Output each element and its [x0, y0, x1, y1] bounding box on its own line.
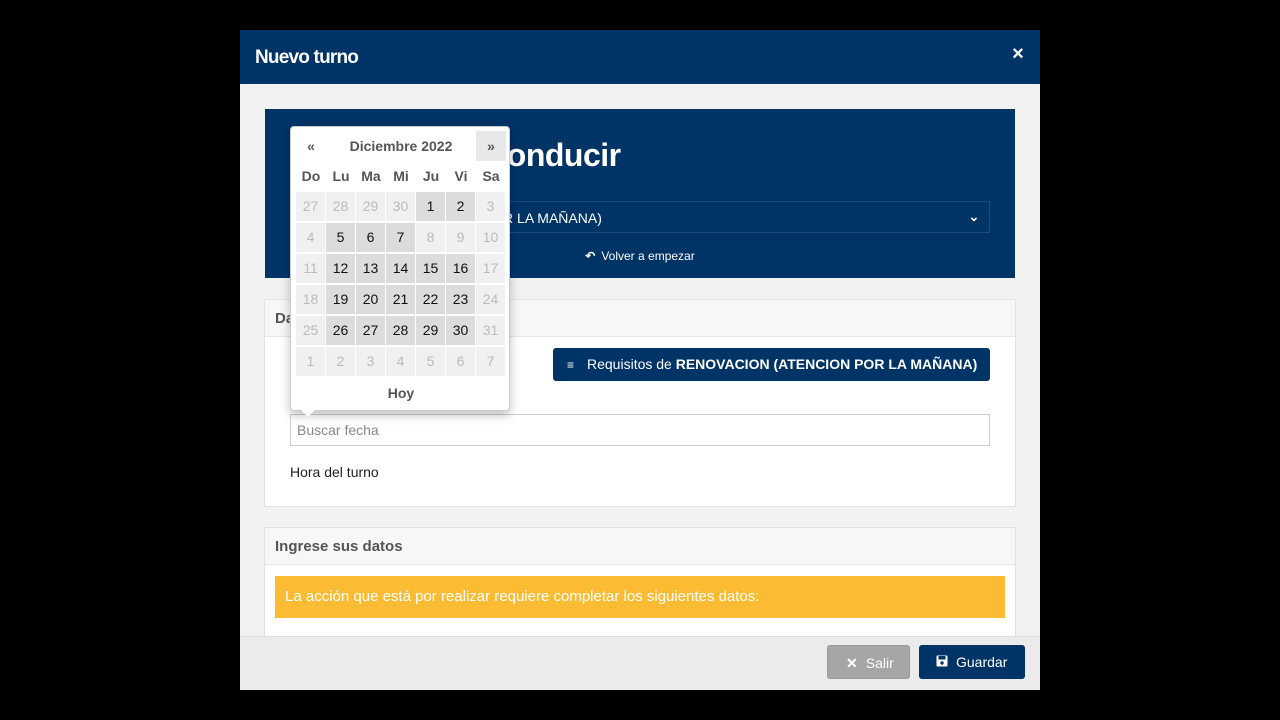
- prev-month-button[interactable]: «: [296, 131, 326, 161]
- undo-icon: ↶: [585, 249, 596, 263]
- modal-header: Nuevo turno ×: [240, 30, 1040, 84]
- calendar-day-available[interactable]: 14: [386, 254, 415, 283]
- calendar-day-available[interactable]: 27: [356, 316, 385, 345]
- calendar-day-disabled: 24: [476, 285, 505, 314]
- today-button[interactable]: Hoy: [296, 379, 506, 407]
- calendar-day-disabled: 6: [446, 347, 475, 376]
- calendar-day-disabled: 4: [296, 223, 325, 252]
- floppy-disk-icon: [936, 645, 948, 679]
- calendar-day-disabled: 3: [356, 347, 385, 376]
- checklist-icon: ≡: [567, 358, 575, 372]
- calendar-day-disabled: 27: [296, 192, 325, 221]
- calendar-day-available[interactable]: 28: [386, 316, 415, 345]
- calendar-day-available[interactable]: 15: [416, 254, 445, 283]
- calendar-day-available[interactable]: 16: [446, 254, 475, 283]
- hour-label: Hora del turno: [290, 464, 379, 480]
- calendar-day-available[interactable]: 23: [446, 285, 475, 314]
- restart-label: Volver a empezar: [601, 249, 695, 263]
- calendar-day-available[interactable]: 2: [446, 192, 475, 221]
- calendar-day-disabled: 3: [476, 192, 505, 221]
- chevron-down-icon: ⌄: [968, 209, 980, 224]
- calendar-day-available[interactable]: 22: [416, 285, 445, 314]
- warning-alert: La acción que está por realizar requiere…: [275, 576, 1005, 618]
- save-label: Guardar: [956, 654, 1008, 670]
- calendar-day-available[interactable]: 21: [386, 285, 415, 314]
- personal-data-panel: Ingrese sus datos La acción que está por…: [264, 527, 1016, 636]
- calendar-day-disabled: 29: [356, 192, 385, 221]
- modal-title: Nuevo turno: [255, 47, 359, 68]
- requirements-button[interactable]: ≡ Requisitos de RENOVACION (ATENCION POR …: [553, 348, 990, 381]
- calendar-day-disabled: 9: [446, 223, 475, 252]
- calendar-day-available[interactable]: 1: [416, 192, 445, 221]
- popup-caret: [301, 410, 315, 417]
- weekday-label: Mi: [393, 168, 409, 184]
- modal-footer: ✕ Salir Guardar: [240, 636, 1040, 690]
- calendar-day-disabled: 31: [476, 316, 505, 345]
- weekday-label: Vi: [454, 168, 468, 184]
- month-title[interactable]: Diciembre 2022: [326, 131, 476, 161]
- calendar-day-disabled: 1: [296, 347, 325, 376]
- weekday-label: Lu: [332, 168, 350, 184]
- requirements-prefix: Requisitos de: [587, 356, 672, 372]
- exit-label: Salir: [865, 655, 894, 671]
- close-icon: ✕: [846, 655, 858, 671]
- calendar-day-available[interactable]: 6: [356, 223, 385, 252]
- panel-heading: Ingrese sus datos: [265, 528, 1015, 565]
- calendar-day-disabled: 30: [386, 192, 415, 221]
- calendar-day-available[interactable]: 29: [416, 316, 445, 345]
- weekday-label: Ma: [361, 168, 381, 184]
- calendar-day-available[interactable]: 12: [326, 254, 355, 283]
- calendar-day-disabled: 17: [476, 254, 505, 283]
- calendar-day-available[interactable]: 7: [386, 223, 415, 252]
- weekday-label: Ju: [422, 168, 440, 184]
- calendar-day-available[interactable]: 26: [326, 316, 355, 345]
- calendar-day-available[interactable]: 20: [356, 285, 385, 314]
- calendar-day-disabled: 4: [386, 347, 415, 376]
- calendar-day-disabled: 7: [476, 347, 505, 376]
- calendar-day-available[interactable]: 30: [446, 316, 475, 345]
- requirements-service: RENOVACION (ATENCION POR LA MAÑANA): [675, 356, 978, 372]
- calendar-day-disabled: 11: [296, 254, 325, 283]
- exit-button[interactable]: ✕ Salir: [827, 645, 910, 679]
- calendar-day-available[interactable]: 5: [326, 223, 355, 252]
- save-button[interactable]: Guardar: [919, 645, 1025, 679]
- weekday-label: Do: [301, 168, 321, 184]
- calendar-day-disabled: 18: [296, 285, 325, 314]
- close-icon[interactable]: ×: [1008, 42, 1028, 66]
- calendar-day-available[interactable]: 13: [356, 254, 385, 283]
- next-month-button[interactable]: »: [476, 131, 506, 161]
- calendar-day-disabled: 10: [476, 223, 505, 252]
- calendar-day-disabled: 5: [416, 347, 445, 376]
- weekday-label: Sa: [482, 168, 500, 184]
- calendar-day-disabled: 25: [296, 316, 325, 345]
- calendar-day-disabled: 8: [416, 223, 445, 252]
- datepicker-popup: « Diciembre 2022 » Do Lu Ma Mi Ju Vi Sa 27 28 29…: [290, 126, 510, 417]
- date-search-input[interactable]: [290, 414, 990, 446]
- calendar-day-disabled: 28: [326, 192, 355, 221]
- calendar-day-disabled: 2: [326, 347, 355, 376]
- calendar-day-available[interactable]: 19: [326, 285, 355, 314]
